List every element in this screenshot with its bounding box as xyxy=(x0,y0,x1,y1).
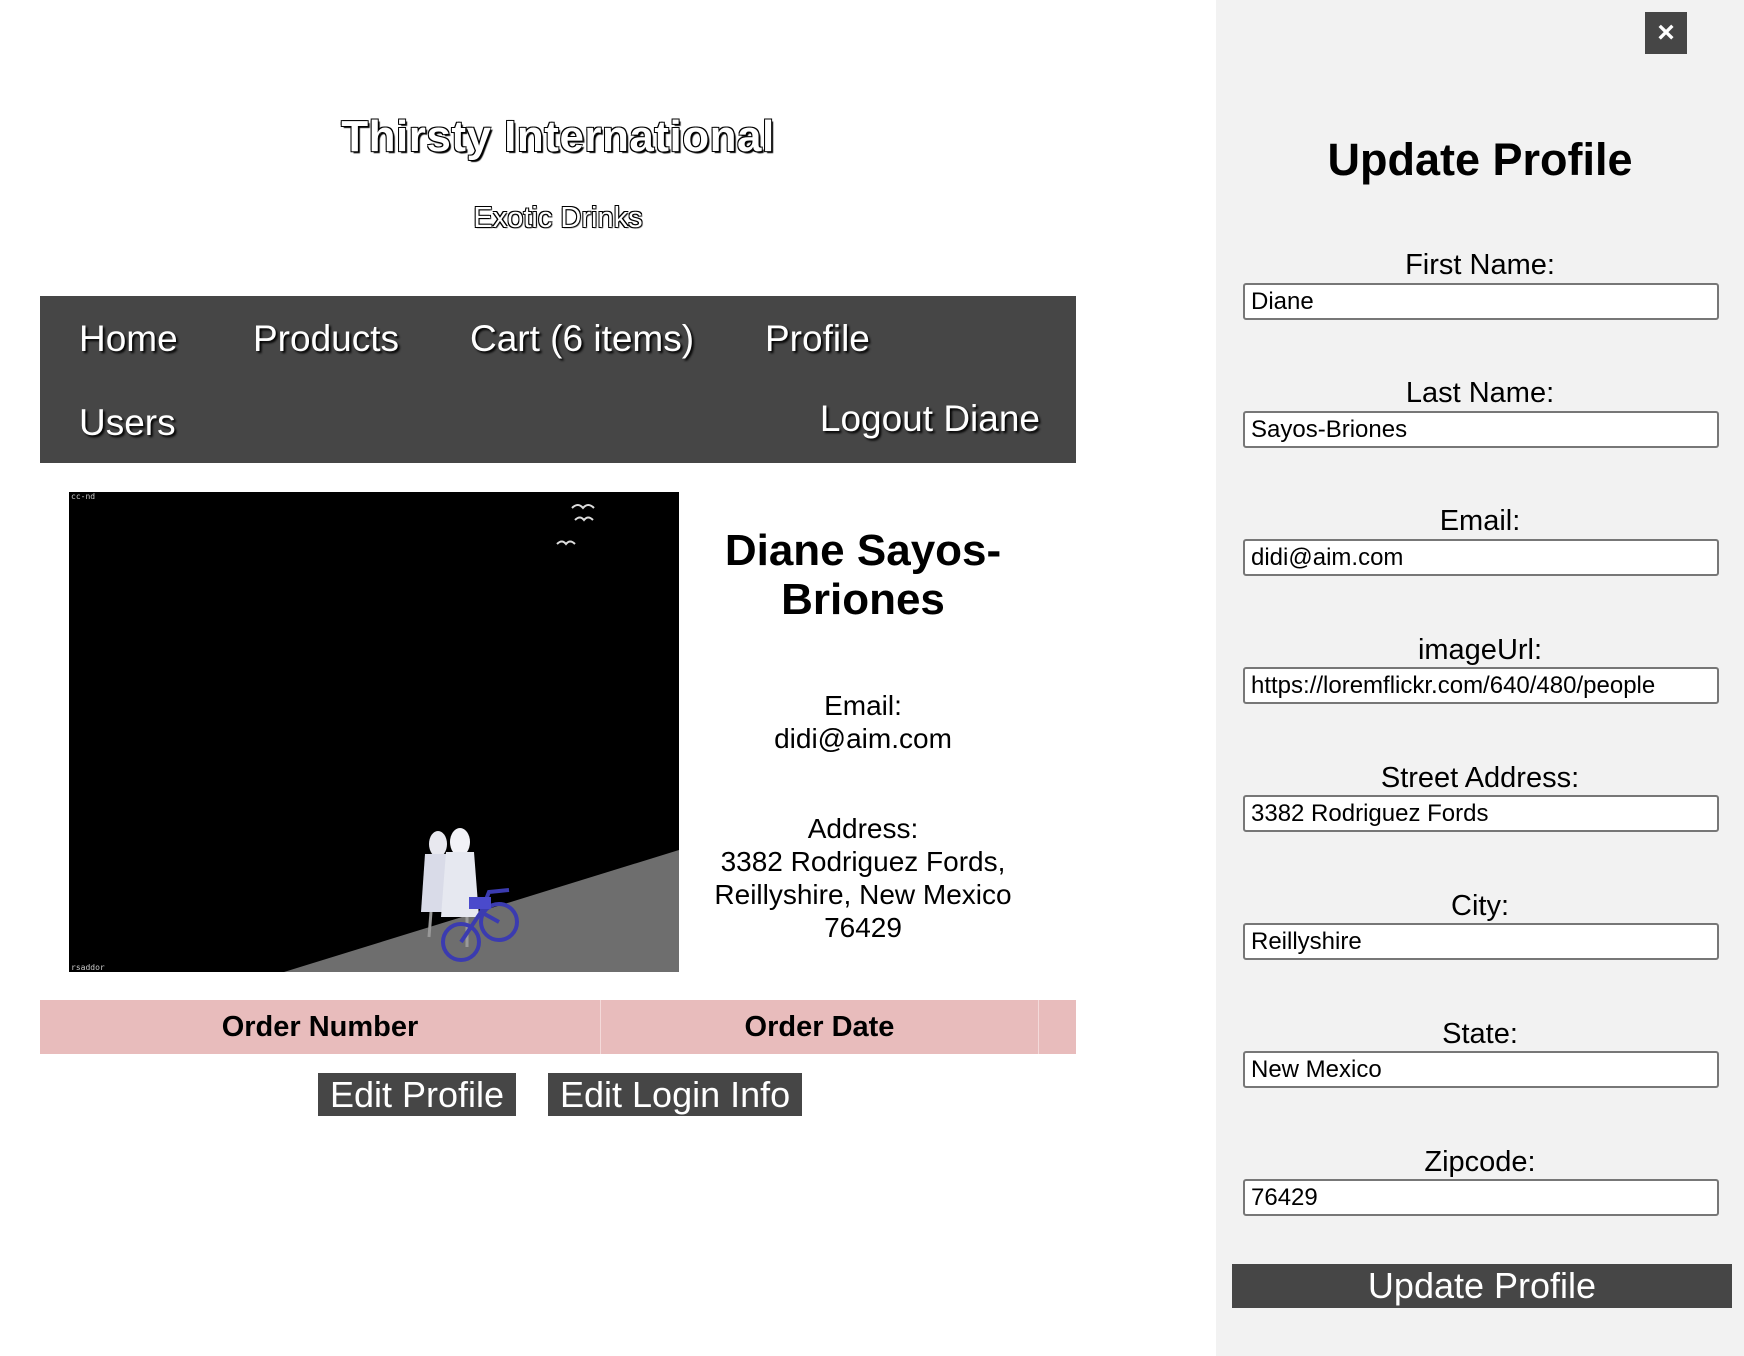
address-block: Address: 3382 Rodriguez Fords, Reillyshi… xyxy=(690,812,1036,944)
state-label: State: xyxy=(1442,1018,1518,1050)
state-input[interactable] xyxy=(1243,1051,1719,1088)
nav-profile-link[interactable]: Profile xyxy=(765,318,870,360)
site-subtitle: Exotic Drinks xyxy=(473,202,643,234)
street-address-label: Street Address: xyxy=(1380,762,1580,794)
edit-login-info-button[interactable]: Edit Login Info xyxy=(548,1073,803,1116)
panel-title: Update Profile xyxy=(1327,134,1633,185)
order-number-header: Order Number xyxy=(40,1000,601,1054)
first-name-input[interactable] xyxy=(1243,283,1719,320)
orders-table-header: Order Number Order Date xyxy=(40,1000,1076,1054)
profile-name: Diane Sayos-Briones xyxy=(724,526,1002,624)
address-line-1: 3382 Rodriguez Fords, xyxy=(720,846,1006,877)
last-name-input[interactable] xyxy=(1243,411,1719,448)
navbar: Home Products Cart (6 items) Profile Use… xyxy=(40,296,1076,463)
site-title: Thirsty International xyxy=(341,112,775,161)
city-input[interactable] xyxy=(1243,923,1719,960)
edit-profile-button[interactable]: Edit Profile xyxy=(318,1073,517,1116)
image-watermark-bottom: rsaddor xyxy=(71,963,105,972)
email-label: Email: xyxy=(824,690,902,721)
zipcode-input[interactable] xyxy=(1243,1179,1719,1216)
profile-image: cc-nd rsaddor xyxy=(69,492,679,972)
close-icon[interactable]: × xyxy=(1645,12,1687,54)
zipcode-label: Zipcode: xyxy=(1424,1146,1536,1178)
first-name-label: First Name: xyxy=(1405,249,1555,281)
city-label: City: xyxy=(1451,890,1509,922)
address-label: Address: xyxy=(807,813,919,844)
profile-photo-graphic xyxy=(69,492,679,972)
nav-users-link[interactable]: Users xyxy=(79,402,176,444)
email-block: Email: didi@aim.com xyxy=(690,689,1036,755)
address-line-3: 76429 xyxy=(824,912,902,943)
image-watermark-top: cc-nd xyxy=(71,492,96,501)
image-url-input[interactable] xyxy=(1243,667,1719,704)
last-name-label: Last Name: xyxy=(1405,377,1555,409)
nav-logout-link[interactable]: Logout Diane xyxy=(820,398,1040,440)
email-input[interactable] xyxy=(1243,539,1719,576)
address-line-2: Reillyshire, New Mexico xyxy=(714,879,1012,910)
nav-products-link[interactable]: Products xyxy=(253,318,399,360)
image-url-label: imageUrl: xyxy=(1417,634,1543,666)
order-date-header: Order Date xyxy=(601,1000,1039,1054)
nav-home-link[interactable]: Home xyxy=(79,318,178,360)
email-value: didi@aim.com xyxy=(774,723,952,754)
email-label-field: Email: xyxy=(1439,505,1521,537)
nav-cart-link[interactable]: Cart (6 items) xyxy=(470,318,694,360)
street-address-input[interactable] xyxy=(1243,795,1719,832)
update-profile-button[interactable]: Update Profile xyxy=(1232,1264,1732,1308)
